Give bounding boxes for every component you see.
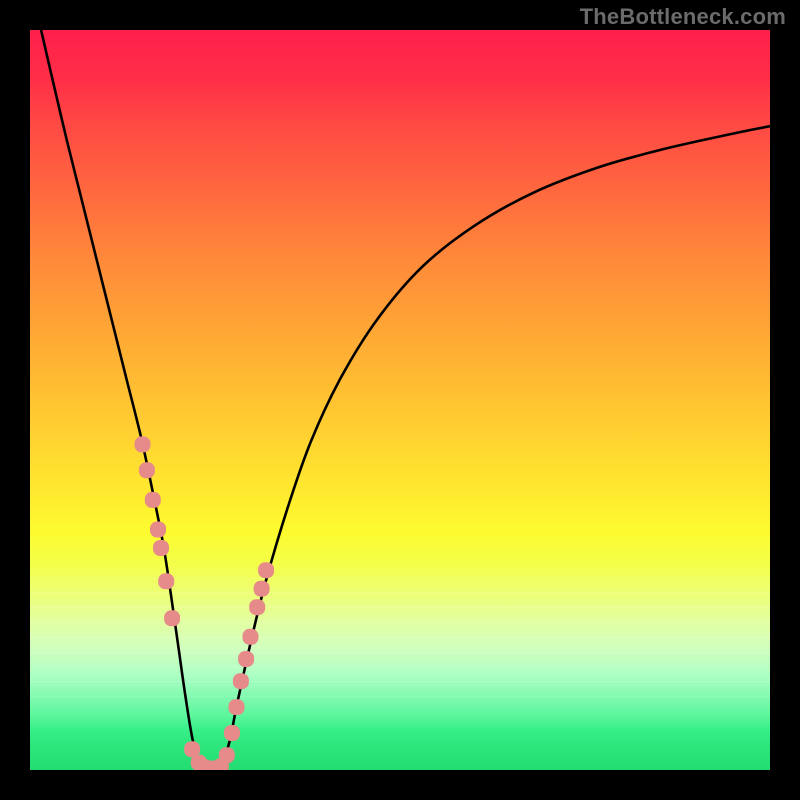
highlight-point <box>135 436 151 452</box>
highlight-point <box>219 747 235 763</box>
highlight-point <box>224 725 240 741</box>
highlight-point <box>233 673 249 689</box>
highlight-point <box>153 540 169 556</box>
watermark-text: TheBottleneck.com <box>580 4 786 30</box>
plot-area <box>30 30 770 770</box>
highlight-point <box>254 581 270 597</box>
highlight-point <box>258 562 274 578</box>
highlight-point <box>229 699 245 715</box>
highlight-point <box>249 599 265 615</box>
highlight-points <box>135 436 275 770</box>
points-layer <box>30 30 770 770</box>
highlight-point <box>243 629 259 645</box>
highlight-point <box>158 573 174 589</box>
highlight-point <box>238 651 254 667</box>
highlight-point <box>150 522 166 538</box>
highlight-point <box>164 610 180 626</box>
highlight-point <box>139 462 155 478</box>
highlight-point <box>145 492 161 508</box>
chart-container: TheBottleneck.com <box>0 0 800 800</box>
